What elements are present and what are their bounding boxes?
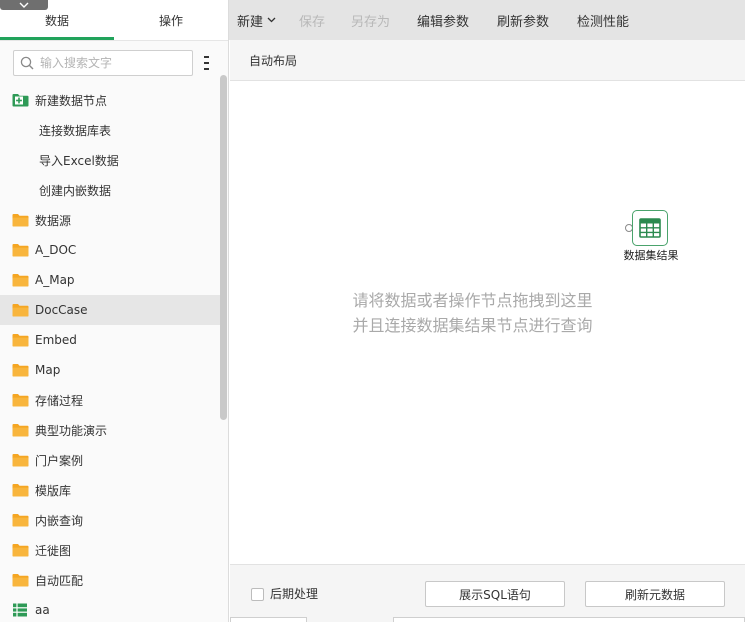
query-canvas[interactable]: 数据集结果 请将数据或者操作节点拖拽到这里 并且连接数据集结果节点进行查询: [230, 81, 745, 564]
tree-item-label: 连接数据库表: [39, 123, 112, 138]
folder-icon: [12, 273, 29, 287]
show-sql-button[interactable]: 展示SQL语句: [425, 581, 565, 607]
canvas-hint-line2: 并且连接数据集结果节点进行查询: [352, 316, 593, 335]
folder-icon: [12, 513, 29, 527]
lower-panel-edge-right: [393, 617, 745, 622]
folder-icon: [12, 573, 29, 587]
tree-item[interactable]: 自动匹配: [0, 565, 220, 595]
save-as-button[interactable]: 另存为: [351, 0, 390, 40]
tree-item-label: 创建内嵌数据: [39, 183, 112, 198]
tabs-divider: [0, 40, 228, 41]
folder-icon: [12, 483, 29, 497]
tree-item[interactable]: 数据源: [0, 205, 220, 235]
folder-icon: [12, 333, 29, 347]
tree-item-label: DocCase: [35, 303, 88, 317]
edit-params-button[interactable]: 编辑参数: [417, 0, 469, 40]
tree-item-label: A_Map: [35, 273, 75, 287]
tree-item-label: 自动匹配: [35, 573, 84, 588]
tree-item[interactable]: A_DOC: [0, 235, 220, 265]
tree-item[interactable]: A_Map: [0, 265, 220, 295]
tree-item-label: 模版库: [35, 483, 72, 498]
tree-item-label: 内嵌查询: [35, 513, 84, 528]
tree-item[interactable]: Embed: [0, 325, 220, 355]
tree-item-label: 门户案例: [35, 453, 84, 468]
tree-item-label: 新建数据节点: [35, 93, 108, 108]
tree-item-label: Embed: [35, 333, 77, 347]
search-box: [13, 50, 193, 76]
folder-icon: [12, 423, 29, 437]
folder-icon: [12, 213, 29, 227]
tree-subitem[interactable]: 连接数据库表: [0, 115, 220, 145]
left-panel: 数据 操作 新建数据节点连接数据库表导入Excel数据创建内嵌数据数据源A_DO…: [0, 0, 229, 622]
tree-item[interactable]: Map: [0, 355, 220, 385]
tree-item[interactable]: 门户案例: [0, 445, 220, 475]
folder-icon: [12, 543, 29, 557]
new-button[interactable]: 新建: [237, 0, 276, 40]
tree-item-label: aa: [35, 603, 50, 617]
more-menu-icon[interactable]: [203, 56, 209, 70]
canvas-toolbar: 自动布局: [230, 40, 745, 81]
search-icon: [20, 56, 34, 70]
tree-item-label: 迁徙图: [35, 543, 72, 558]
tree-item-label: 典型功能演示: [35, 423, 108, 438]
add-folder-icon: [12, 93, 29, 107]
tree-item[interactable]: 内嵌查询: [0, 505, 220, 535]
refresh-metadata-button[interactable]: 刷新元数据: [585, 581, 725, 607]
tree-item[interactable]: 迁徙图: [0, 535, 220, 565]
tree-item[interactable]: aa: [0, 595, 220, 622]
chevron-down-icon: [19, 2, 29, 8]
folder-icon: [12, 453, 29, 467]
tree-item-label: 导入Excel数据: [39, 153, 119, 168]
tree-item-label: 存储过程: [35, 393, 84, 408]
main-toolbar: 新建 保存 另存为 编辑参数 刷新参数 检测性能: [229, 0, 745, 40]
tree-item-label: Map: [35, 363, 61, 377]
canvas-hint-line1: 请将数据或者操作节点拖拽到这里: [352, 291, 593, 310]
post-process-checkbox[interactable]: [251, 588, 264, 601]
new-button-label: 新建: [237, 14, 264, 30]
canvas-hint: 请将数据或者操作节点拖拽到这里 并且连接数据集结果节点进行查询: [230, 288, 745, 338]
result-node-label: 数据集结果: [623, 249, 679, 262]
bottom-bar: 后期处理 展示SQL语句 刷新元数据: [230, 564, 745, 622]
tree-item[interactable]: 新建数据节点: [0, 85, 220, 115]
folder-icon: [12, 393, 29, 407]
save-button[interactable]: 保存: [299, 0, 325, 40]
tree-item[interactable]: 模版库: [0, 475, 220, 505]
result-node-box: [632, 210, 668, 246]
dataset-result-node[interactable]: 数据集结果: [618, 208, 696, 264]
folder-icon: [12, 243, 29, 257]
search-input[interactable]: [40, 56, 190, 70]
tree-item-label: A_DOC: [35, 243, 77, 257]
refresh-params-button[interactable]: 刷新参数: [497, 0, 549, 40]
dataset-table-icon: [12, 603, 29, 617]
tree-item-label: 数据源: [35, 213, 72, 228]
folder-icon: [12, 363, 29, 377]
chevron-down-icon: [267, 17, 276, 23]
data-tree: 新建数据节点连接数据库表 导入Excel数据 创建内嵌数据数据源 A_DOC A_Map…: [0, 85, 220, 622]
tree-item[interactable]: DocCase: [0, 295, 220, 325]
table-icon: [639, 218, 661, 238]
tree-subitem[interactable]: 导入Excel数据: [0, 145, 220, 175]
auto-layout-button[interactable]: 自动布局: [249, 40, 297, 80]
tree-subitem[interactable]: 创建内嵌数据: [0, 175, 220, 205]
tree-item[interactable]: 典型功能演示: [0, 415, 220, 445]
check-performance-button[interactable]: 检测性能: [577, 0, 629, 40]
tree-item[interactable]: 存储过程: [0, 385, 220, 415]
tab-operation[interactable]: 操作: [114, 0, 228, 40]
folder-icon: [12, 303, 29, 317]
collapse-toggle[interactable]: [0, 0, 48, 10]
post-process-label: 后期处理: [270, 587, 319, 601]
tree-scrollbar[interactable]: [220, 75, 227, 420]
lower-panel-edge-left: [230, 617, 307, 622]
